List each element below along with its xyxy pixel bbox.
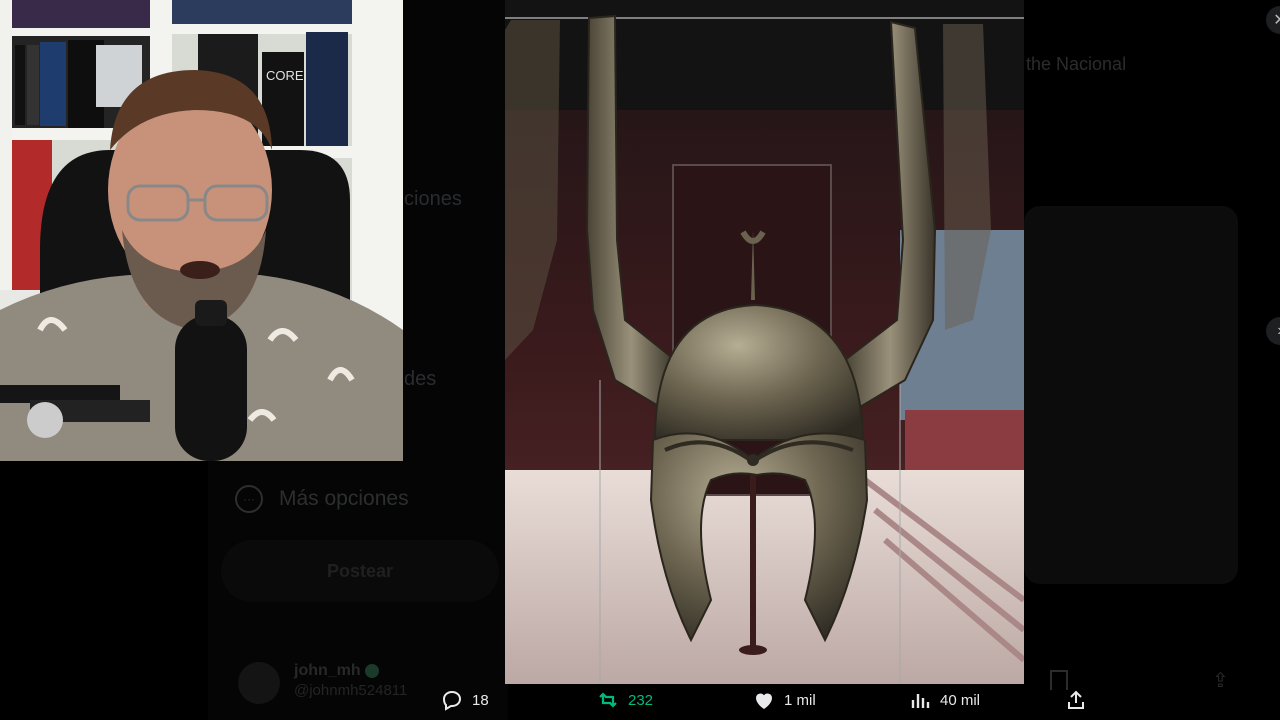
- like-count: 1 mil: [784, 691, 816, 709]
- more-options-item[interactable]: ··· Más opciones: [235, 485, 409, 513]
- reply-icon: [442, 690, 462, 711]
- helmet-photo: [505, 0, 1024, 684]
- repost-icon: [599, 692, 617, 708]
- background-card: [1024, 206, 1238, 584]
- views-count: 40 mil: [940, 691, 981, 709]
- account-name: john_mh: [294, 662, 361, 679]
- reply-count: 18: [472, 691, 489, 709]
- sidebar-fragment: ciones: [404, 188, 462, 210]
- sidebar-fragment: des: [404, 368, 437, 390]
- next-image-icon[interactable]: ›: [1266, 317, 1280, 345]
- heart-icon: [756, 693, 772, 709]
- reply-button[interactable]: 18: [440, 688, 489, 712]
- verified-badge-icon: [364, 663, 379, 678]
- webcam-image: CORE: [0, 0, 403, 461]
- views-chart-icon: [911, 694, 930, 708]
- share-button[interactable]: [1064, 688, 1088, 712]
- repost-count: 232: [628, 691, 654, 709]
- more-options-label: Más opciones: [279, 487, 409, 510]
- post-action-bar: 18 232 1 mil 40 mil: [0, 688, 1280, 720]
- bookmark-icon[interactable]: [1050, 670, 1068, 690]
- post-button[interactable]: Postear: [221, 540, 499, 602]
- share-icon: [1068, 690, 1084, 709]
- like-button[interactable]: 1 mil: [752, 688, 816, 712]
- close-viewer-icon[interactable]: ✕: [1266, 6, 1280, 34]
- repost-button[interactable]: 232: [596, 688, 653, 712]
- background-text-fragment: the Nacional: [1026, 54, 1127, 74]
- post-media-image[interactable]: [505, 0, 1024, 684]
- more-options-icon: ···: [235, 485, 263, 513]
- webcam-overlay: CORE: [0, 0, 403, 461]
- shelf-box-label: CORE: [266, 68, 304, 83]
- views-button[interactable]: 40 mil: [908, 688, 980, 712]
